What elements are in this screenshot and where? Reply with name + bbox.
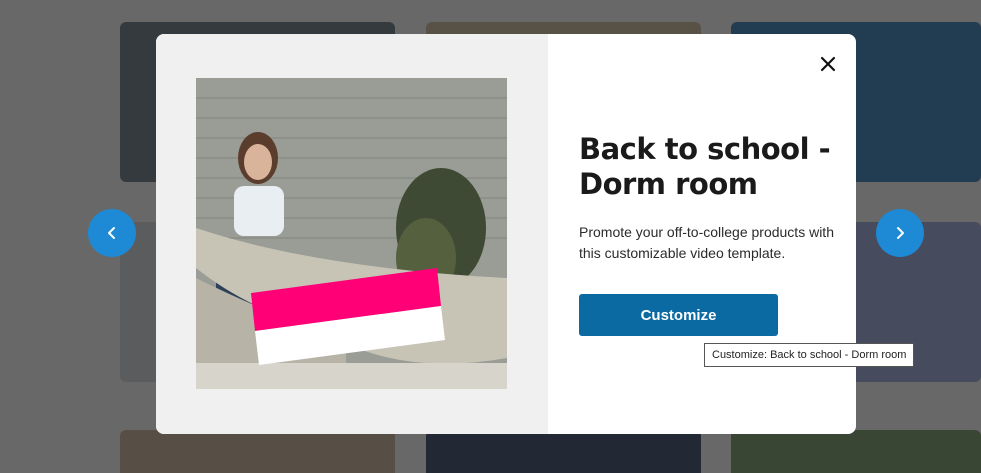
close-icon [820, 56, 836, 72]
chevron-left-icon [108, 227, 115, 239]
chevron-right-icon [897, 227, 904, 239]
preview-panel [156, 34, 548, 434]
close-button[interactable] [816, 52, 840, 76]
template-title: Back to school - Dorm room [579, 132, 831, 201]
template-description: Promote your off-to-college products wit… [579, 224, 834, 261]
customize-tooltip: Customize: Back to school - Dorm room [704, 343, 915, 367]
customize-button[interactable]: Customize [579, 294, 778, 336]
template-video-preview[interactable] [196, 78, 507, 389]
previous-template-button[interactable] [88, 209, 136, 257]
details-panel: Back to school - Dorm room Promote your … [548, 34, 856, 434]
template-preview-modal: Back to school - Dorm room Promote your … [156, 34, 856, 434]
next-template-button[interactable] [876, 209, 924, 257]
preview-image [196, 78, 507, 389]
